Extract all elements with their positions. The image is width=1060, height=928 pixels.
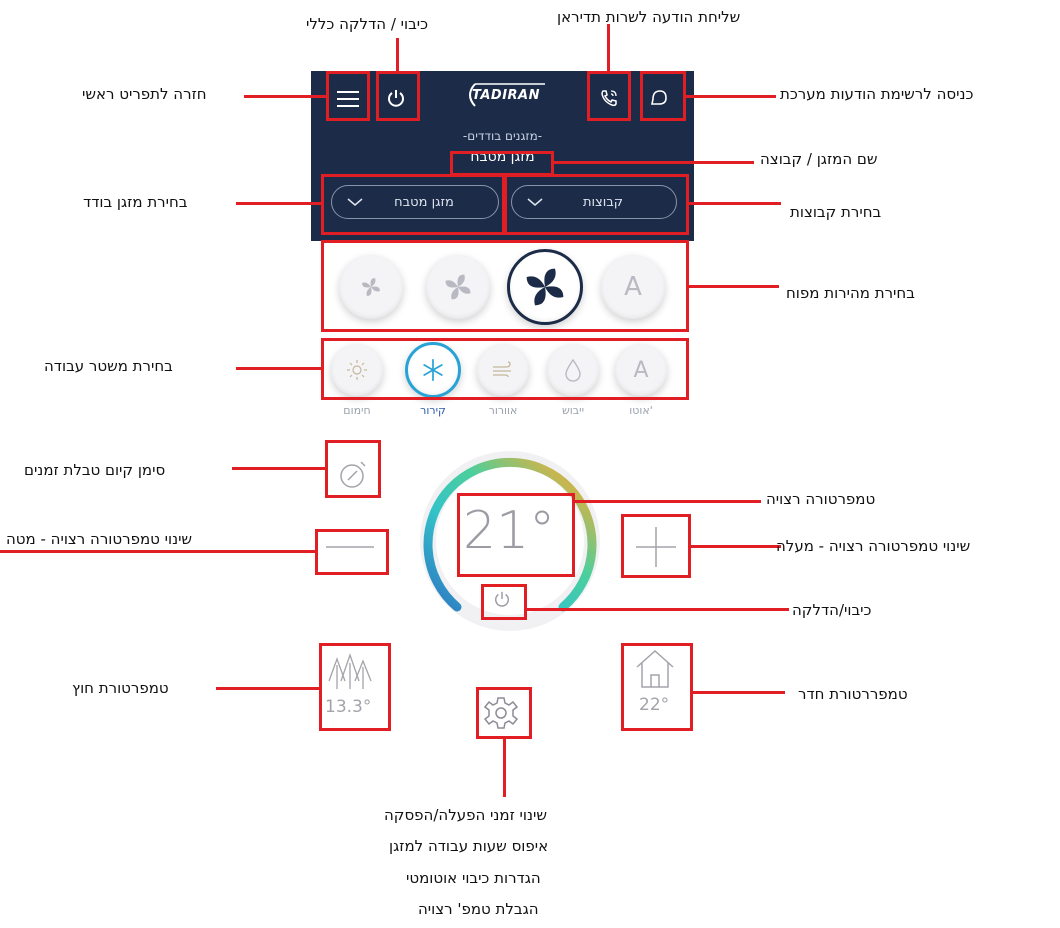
annotation-box-fan-speed <box>321 240 689 332</box>
mode-label-dry: ייבוש <box>561 404 585 417</box>
annotation-system-messages: כניסה לרשימת הודעות מערכת <box>780 85 974 103</box>
leader-line-temp-up <box>691 545 781 548</box>
leader-line-ac-name <box>554 161 754 164</box>
leader-line-fan-speed <box>689 285 779 288</box>
mode-label-auto: אוטו' <box>629 404 653 417</box>
annotation-box-ac-name <box>450 151 554 176</box>
annotation-outside-temp: טמפרטורת חוץ <box>72 679 169 697</box>
annotation-power-all: כיבוי / הדלקה כללי <box>306 15 429 33</box>
annotation-box-single-ac <box>321 174 505 235</box>
annotation-timer: סימן קיום טבלת זמנים <box>24 461 166 479</box>
annotation-box-settings <box>476 687 532 739</box>
annotation-temp-up: שינוי טמפרטורה רצויה - מעלה <box>776 537 971 555</box>
annotation-settings-line-2: איפוס שעות עבודה למזגן <box>389 837 549 855</box>
leader-line-mode <box>236 367 322 370</box>
annotation-box-temp-down <box>315 529 389 575</box>
leader-line-power <box>396 38 399 72</box>
annotation-box-timer <box>325 440 381 498</box>
annotation-settings-line-3: הגדרות כיבוי אוטומטי <box>406 869 541 887</box>
annotation-box-room-temp <box>621 643 693 731</box>
leader-line-timer <box>232 467 326 470</box>
leader-line-room-temp <box>693 691 785 694</box>
mode-label-heat: חימום <box>343 404 371 417</box>
annotation-box-mode <box>321 338 689 400</box>
leader-line-temp-down <box>0 550 316 553</box>
annotation-box-dial-power <box>481 584 527 620</box>
leader-line-menu <box>244 95 326 98</box>
leader-line-message <box>607 24 610 72</box>
annotation-room-temp: טמפררטורת חדר <box>798 685 908 703</box>
leader-line-dial-power <box>527 608 789 611</box>
annotation-select-groups: בחירת קבוצות <box>790 203 882 221</box>
annotation-box-menu <box>326 71 370 121</box>
annotation-select-single: בחירת מזגן בודד <box>83 193 188 211</box>
brand-logo: TADIRAN <box>461 79 551 111</box>
annotation-box-power <box>376 71 420 121</box>
annotation-box-outside-temp <box>319 643 391 731</box>
annotation-box-message <box>587 71 631 121</box>
annotation-fan-speed: בחירת מהירות מפוח <box>786 284 915 302</box>
brand-text: TADIRAN <box>472 87 540 103</box>
annotation-box-groups <box>504 174 689 235</box>
mode-label-cool: קירור <box>420 404 446 417</box>
annotation-box-temp-up <box>621 514 691 578</box>
leader-line-single-ac <box>236 202 322 205</box>
group-caption: -מזגנים בודדים- <box>462 129 543 143</box>
annotation-temp-down: שינוי טמפרטורה רצויה - מטה <box>6 530 193 548</box>
annotation-settings-line-1: שינוי זמני הפעלה/הפסקה <box>384 806 547 824</box>
annotation-work-mode: בחירת משטר עבודה <box>44 357 173 375</box>
leader-line-settings <box>503 739 506 797</box>
mode-label-fan: אוורור <box>488 404 518 417</box>
annotation-power-toggle: כיבוי/הדלקה <box>792 601 872 619</box>
leader-line-set-temp <box>575 500 761 503</box>
annotation-desired-temp: טמפרטורה רצויה <box>766 490 876 508</box>
annotation-box-notifications <box>640 71 686 121</box>
annotation-settings-line-4: הגבלת טמפ' רצויה <box>418 900 539 918</box>
annotation-back-main: חזרה לתפריט ראשי <box>82 85 207 103</box>
leader-line-outside-temp <box>216 687 320 690</box>
leader-line-notifications <box>686 95 776 98</box>
annotation-ac-group-name: שם המזגן / קבוצה <box>760 150 878 168</box>
leader-line-groups <box>689 202 781 205</box>
annotation-send-message: שליחת הודעה לשרות תדיראן <box>557 8 741 26</box>
annotation-box-set-temp <box>457 493 575 577</box>
